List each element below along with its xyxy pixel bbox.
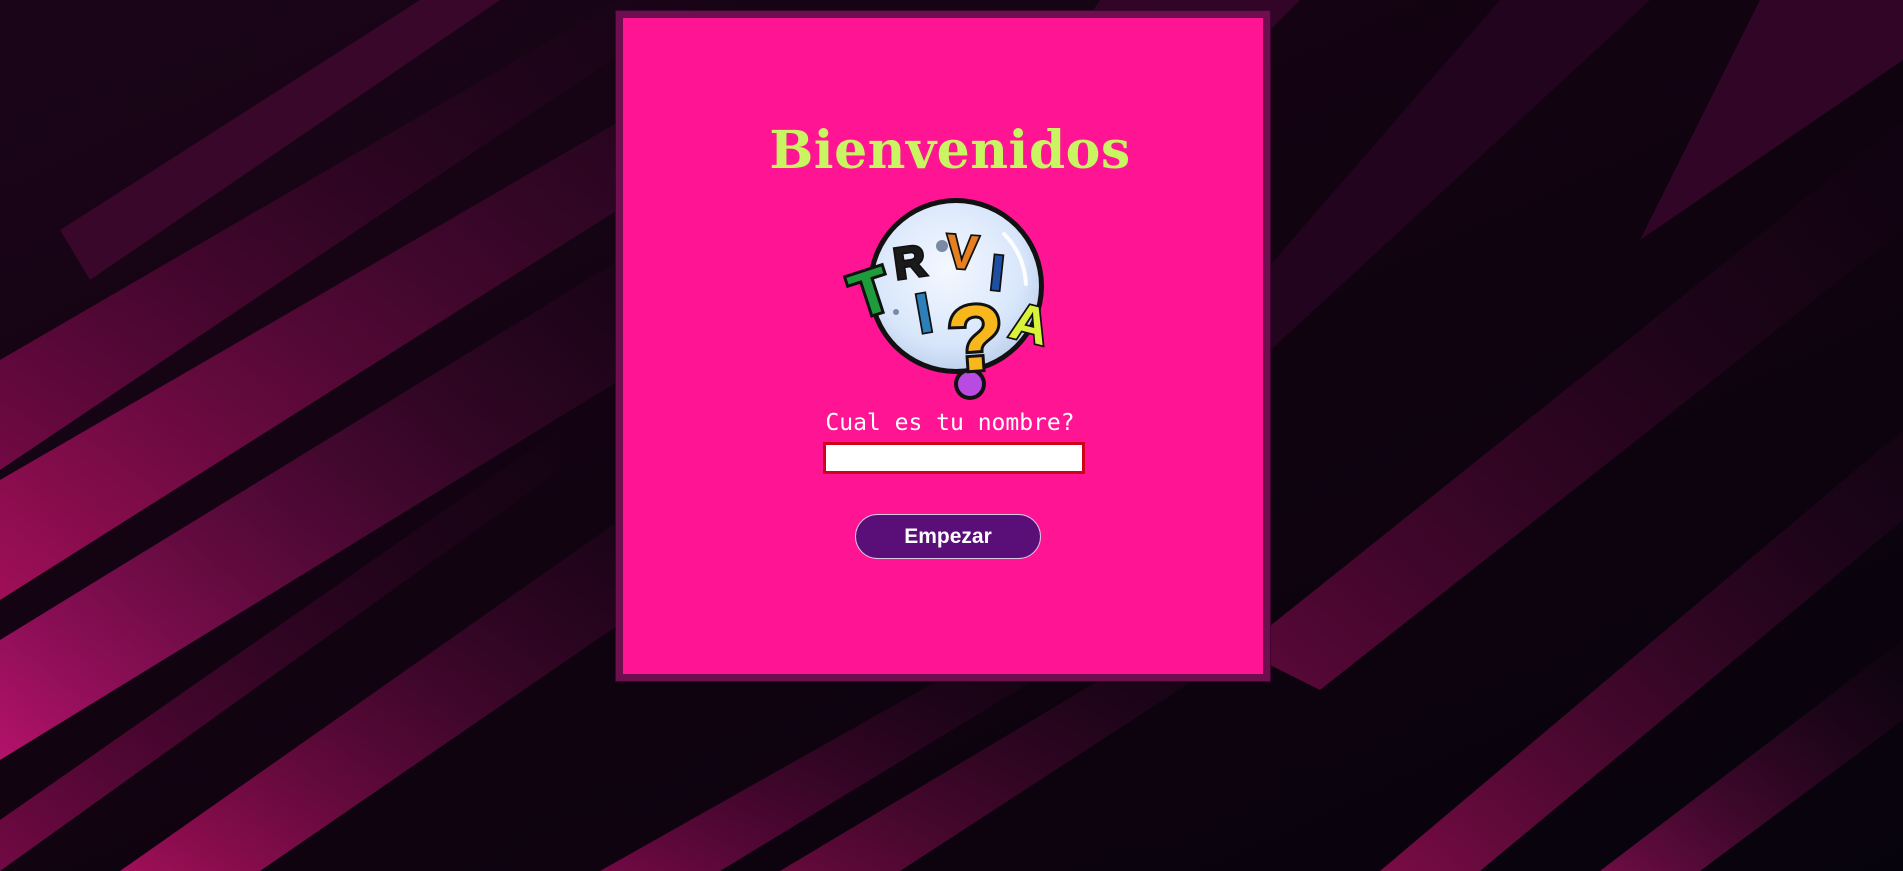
trivia-logo-icon: T R I V I A ? bbox=[834, 194, 1066, 404]
page-title: Bienvenidos bbox=[769, 120, 1131, 181]
svg-text:V: V bbox=[944, 225, 980, 280]
name-prompt: Cual es tu nombre? bbox=[825, 410, 1075, 436]
welcome-card: Bienvenidos T R I V I A ? Cual es tu nom… bbox=[616, 11, 1270, 681]
svg-text:?: ? bbox=[944, 286, 1007, 392]
name-input[interactable] bbox=[823, 442, 1085, 474]
start-button[interactable]: Empezar bbox=[855, 514, 1041, 559]
